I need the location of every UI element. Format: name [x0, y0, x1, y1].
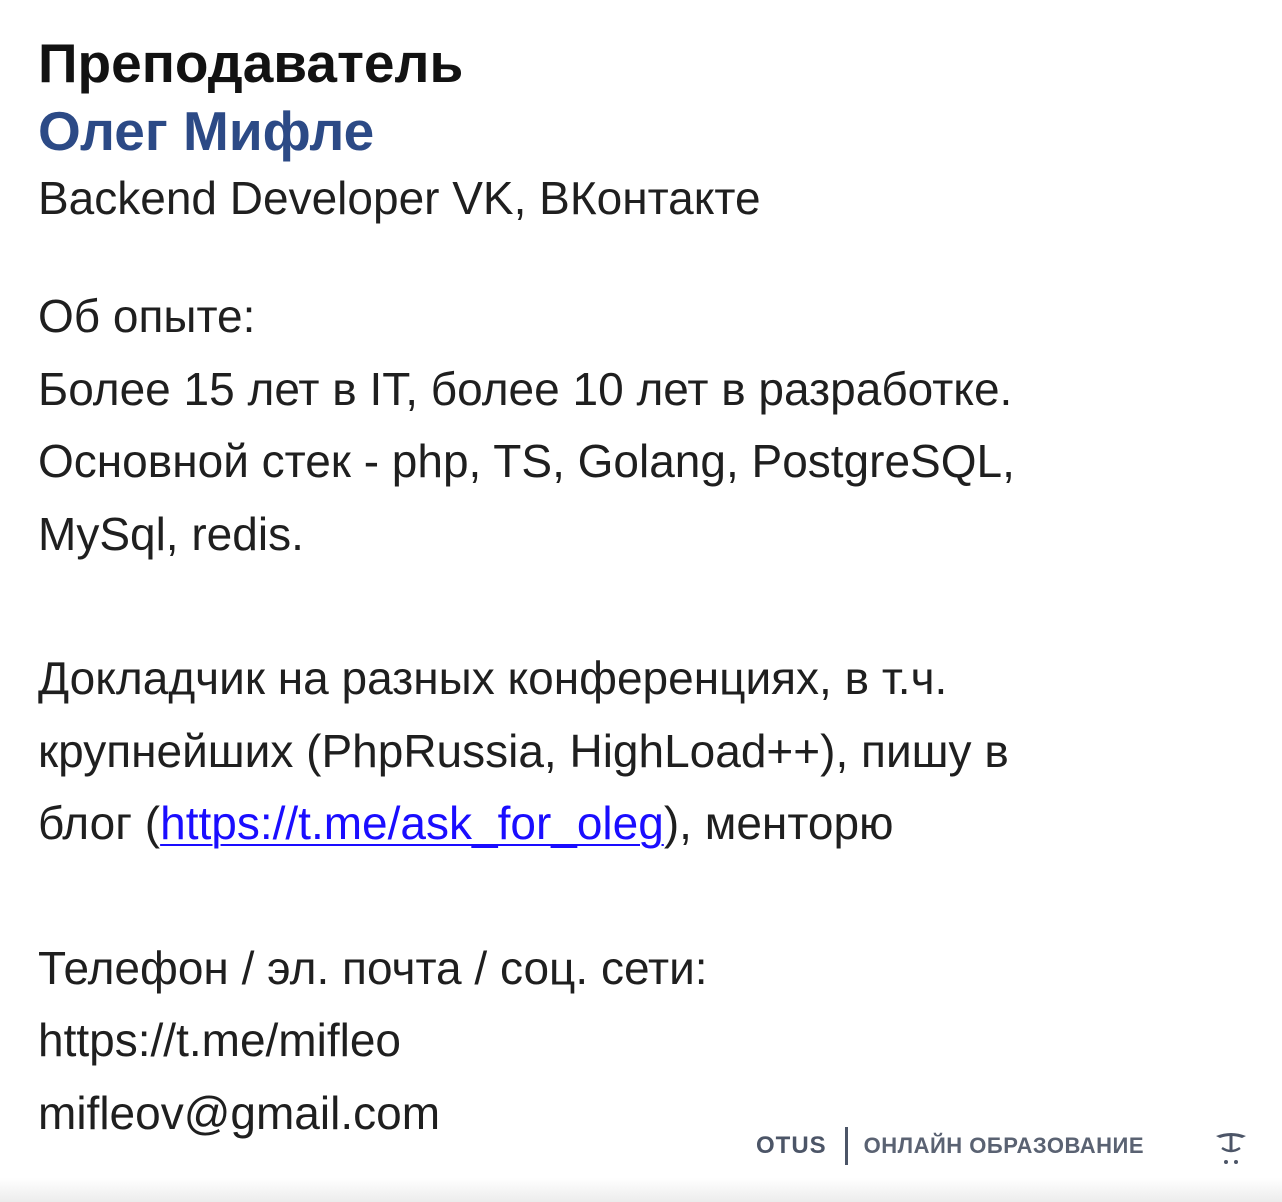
brand-divider — [844, 1127, 848, 1165]
teacher-position: Backend Developer VK, ВКонтакте — [38, 172, 761, 224]
speaker-line: Докладчик на разных конференциях, в т.ч. — [38, 652, 948, 704]
footer-brand: OTUS ОНЛАЙН ОБРАЗОВАНИЕ — [756, 1124, 1144, 1168]
experience-line: Более 15 лет в IT, более 10 лет в разраб… — [38, 362, 1013, 415]
slide-heading: Преподаватель — [38, 32, 464, 94]
experience-block: Об опыте: Более 15 лет в IT, более 10 ле… — [38, 280, 1238, 570]
teacher-slide: Преподаватель Олег Мифле Backend Develop… — [38, 30, 1238, 1149]
blog-link[interactable]: https://t.me/ask_for_oleg — [160, 797, 664, 849]
experience-line: Основной стек - php, TS, Golang, Postgre… — [38, 435, 1015, 487]
speaker-block: Докладчик на разных конференциях, в т.ч.… — [38, 642, 1238, 860]
contacts-block: Телефон / эл. почта / соц. сети: https:/… — [38, 932, 1238, 1150]
speaker-text-before-link: блог ( — [38, 797, 161, 849]
bottom-shade — [0, 1178, 1282, 1202]
speaker-line: крупнейших (PhpRussia, HighLoad++), пишу… — [38, 724, 1009, 777]
speaker-text-after-link: ), менторю — [663, 797, 894, 849]
brand-tagline: ОНЛАЙН ОБРАЗОВАНИЕ — [863, 1133, 1145, 1158]
telegram-contact: https://t.me/mifleo — [38, 1014, 402, 1066]
otus-bird-icon — [1216, 1133, 1246, 1164]
teacher-name: Олег Мифле — [38, 100, 375, 162]
otus-logo: OTUS — [756, 1132, 827, 1159]
experience-line: MySql, redis. — [38, 507, 304, 560]
experience-label: Об опыте: — [38, 290, 256, 342]
contacts-label: Телефон / эл. почта / соц. сети: — [38, 941, 708, 994]
speaker-line-with-link: блог (https://t.me/ask_for_oleg), ментор… — [38, 787, 1238, 860]
